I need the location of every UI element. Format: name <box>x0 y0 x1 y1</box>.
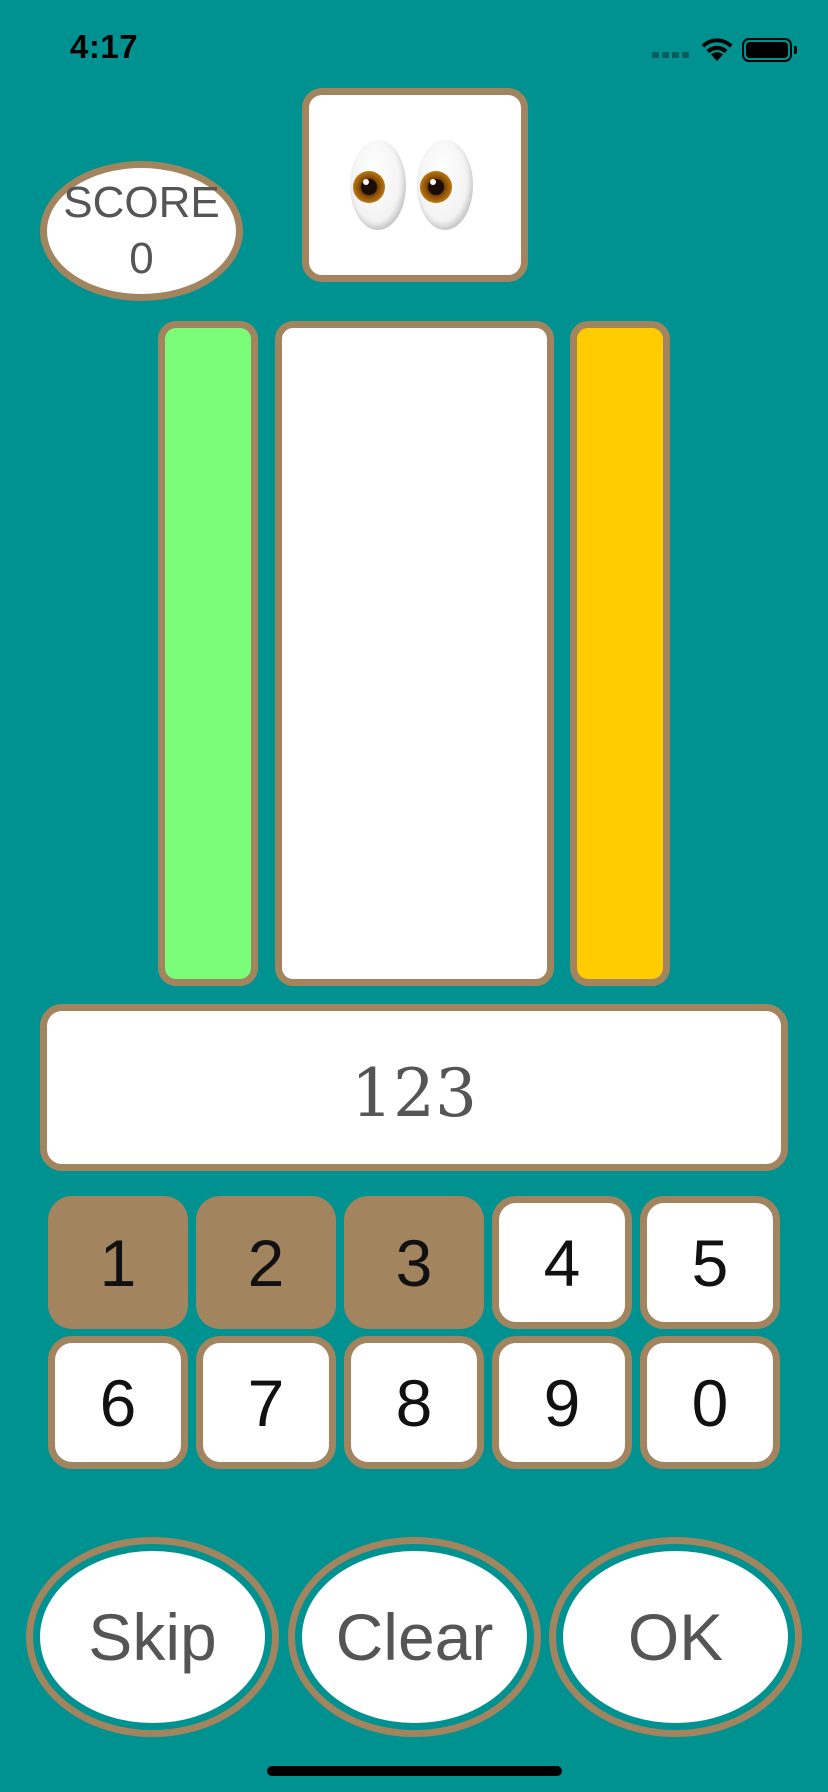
score-display: SCORE 0 <box>40 161 243 301</box>
battery-icon <box>742 38 792 62</box>
status-time: 4:17 <box>70 28 139 65</box>
battery-nub <box>794 46 797 54</box>
key-7[interactable]: 7 <box>196 1336 336 1469</box>
answer-display: 123 <box>40 1004 788 1171</box>
hint-box <box>302 88 528 282</box>
home-indicator[interactable] <box>267 1766 562 1776</box>
key-2[interactable]: 2 <box>196 1196 336 1329</box>
key-8[interactable]: 8 <box>344 1336 484 1469</box>
clear-button-label: Clear <box>302 1551 527 1723</box>
ok-button[interactable]: OK <box>549 1537 802 1737</box>
right-bar <box>570 321 670 986</box>
center-bar <box>275 321 554 986</box>
key-3[interactable]: 3 <box>344 1196 484 1329</box>
key-0[interactable]: 0 <box>640 1336 780 1469</box>
wifi-icon <box>700 36 734 62</box>
skip-button[interactable]: Skip <box>26 1537 279 1737</box>
key-9[interactable]: 9 <box>492 1336 632 1469</box>
clear-button[interactable]: Clear <box>288 1537 541 1737</box>
key-6[interactable]: 6 <box>48 1336 188 1469</box>
key-1[interactable]: 1 <box>48 1196 188 1329</box>
left-bar <box>158 321 258 986</box>
score-label: SCORE <box>63 178 220 227</box>
skip-button-label: Skip <box>40 1551 265 1723</box>
score-value: 0 <box>129 234 154 283</box>
key-5[interactable]: 5 <box>640 1196 780 1329</box>
cellular-signal-icon <box>652 52 692 62</box>
answer-value: 123 <box>351 1055 477 1132</box>
ok-button-label: OK <box>563 1551 788 1723</box>
key-4[interactable]: 4 <box>492 1196 632 1329</box>
